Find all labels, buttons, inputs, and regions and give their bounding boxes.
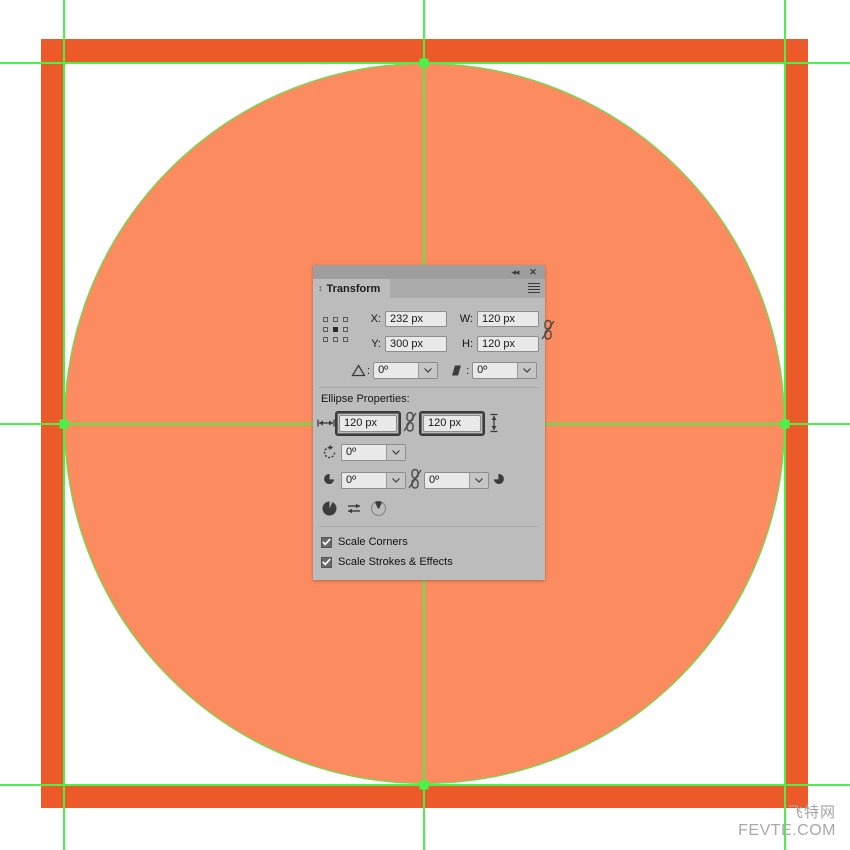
shear-combo[interactable]: 0º [472,362,538,379]
scale-corners-label: Scale Corners [338,536,408,548]
link-wh-broken-chain-icon[interactable] [539,319,557,344]
ellipse-link-broken-chain-icon[interactable] [401,411,419,436]
close-icon[interactable]: ✕ [525,265,541,279]
rotate-angle-icon [349,363,367,379]
panel-bottom-padding [313,572,545,580]
anchor-point-left[interactable] [59,419,69,429]
watermark: 飞特网 FEVTE.COM [738,804,836,840]
watermark-cn: 飞特网 [787,803,836,822]
x-label: X: [370,312,381,325]
rotate-shear-row: : 0º : 0º [313,358,545,383]
ellipse-width-icon [317,415,335,431]
xywh-fields: X: W: Y: H: [351,306,539,356]
ellipse-width-input[interactable] [339,414,397,432]
pie-link-broken-chain-icon[interactable] [406,468,424,493]
transform-panel[interactable]: ◂◂ ✕ ↕ Transform X: 232 px W: 120 px Y: … [313,265,555,580]
pie-angle-icon [317,444,341,460]
reference-point-grid[interactable] [323,317,351,345]
pie-angle-combo[interactable]: 0º [341,443,406,461]
ellipse-width-field-focus[interactable] [335,410,401,436]
w-input[interactable] [477,310,539,327]
panel-titlebar[interactable]: ◂◂ ✕ [313,265,545,279]
h-label: H: [462,337,473,350]
section-divider-bottom [319,526,539,527]
ellipse-properties-title: Ellipse Properties: [321,393,410,405]
scale-corners-checkbox[interactable] [321,536,332,548]
anchor-point-bottom[interactable] [419,780,429,790]
panel-menu-icon[interactable] [528,283,540,295]
h-input[interactable] [477,335,539,352]
scale-strokes-row[interactable]: Scale Strokes & Effects [313,552,545,572]
panel-body: X: W: Y: H: [313,298,555,580]
shear-chevron-down-icon[interactable] [517,363,537,378]
panel-tabbar[interactable]: ↕ Transform [313,279,545,298]
scale-strokes-checkbox[interactable] [321,556,332,568]
shear-label: : [466,364,470,377]
pie-end-angle-icon [489,472,509,488]
pie-end-chevron-down-icon[interactable] [469,472,488,488]
pie-end-combo[interactable]: 0º [424,471,489,489]
w-label: W: [459,312,473,325]
ellipse-size-row [313,408,545,438]
ellipse-height-icon [485,413,503,433]
rotate-combo[interactable]: 0º [373,362,439,379]
anchor-point-right[interactable] [780,419,790,429]
tab-transform[interactable]: ↕ Transform [313,279,391,298]
ellipse-height-input[interactable] [423,414,481,432]
pie-start-value[interactable]: 0º [342,473,386,488]
pie-start-angle-icon [317,472,341,488]
tab-transform-label: Transform [326,282,381,295]
y-input[interactable] [385,335,447,352]
anchor-point-top[interactable] [419,58,429,68]
shear-value[interactable]: 0º [473,363,517,378]
transform-xywh-row: X: W: Y: H: [313,304,555,358]
pie-angle-row: 0º [313,438,545,466]
x-w-row: X: W: [351,306,539,331]
pie-outline-icon[interactable] [370,500,387,517]
scale-corners-row[interactable]: Scale Corners [313,532,545,552]
pie-filled-icon[interactable] [321,500,338,517]
scale-strokes-label: Scale Strokes & Effects [338,556,453,568]
collapse-icon[interactable]: ◂◂ [507,265,523,279]
pie-end-value[interactable]: 0º [425,473,469,488]
pie-start-chevron-down-icon[interactable] [386,472,405,488]
rotate-chevron-down-icon[interactable] [418,363,438,378]
y-h-row: Y: H: [351,331,539,356]
ellipse-height-field-focus[interactable] [419,410,485,436]
reference-point-center[interactable] [333,327,338,332]
pie-start-combo[interactable]: 0º [341,471,406,489]
shear-angle-icon [448,363,466,379]
rotate-value[interactable]: 0º [374,363,418,378]
tab-grip-icon: ↕ [318,283,323,293]
y-label: Y: [371,337,381,350]
x-input[interactable] [385,310,447,327]
pie-angle-chevron-down-icon[interactable] [386,444,405,460]
pie-start-end-row: 0º 0º [313,466,545,494]
pie-angle-value[interactable]: 0º [342,445,386,460]
watermark-en: FEVTE.COM [738,821,836,839]
swap-pie-angles-icon[interactable] [346,502,362,515]
rotate-label: : [367,364,371,377]
pie-preview-row [313,494,545,522]
